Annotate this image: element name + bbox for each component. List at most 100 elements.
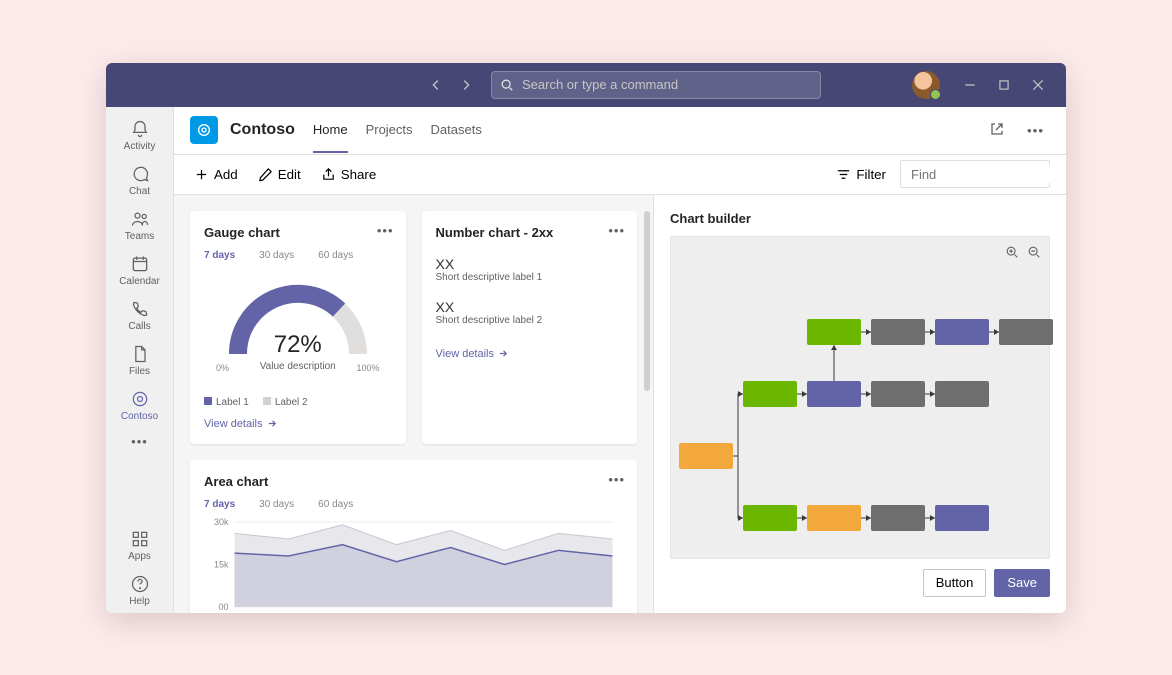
app-logo-icon	[196, 122, 212, 138]
find-box[interactable]	[900, 160, 1050, 188]
svg-text:Jan 1: Jan 1	[223, 612, 245, 613]
gauge-range: 7 days 30 days 60 days	[204, 250, 392, 261]
window-maximize-button[interactable]	[988, 71, 1020, 99]
flow-node[interactable]	[871, 319, 925, 345]
gauge-max: 100%	[356, 363, 379, 373]
titlebar	[106, 63, 1066, 107]
flow-node[interactable]	[743, 505, 797, 531]
page-toolbar: Add Edit Share Filter	[174, 155, 1066, 195]
rail-label: Calls	[128, 321, 150, 332]
number-label: Short descriptive label 2	[436, 315, 624, 326]
window-close-button[interactable]	[1022, 71, 1054, 99]
flow-node[interactable]	[807, 505, 861, 531]
search-icon	[500, 78, 514, 92]
tab-home[interactable]: Home	[313, 108, 348, 153]
builder-save-button[interactable]: Save	[994, 569, 1050, 597]
flow-node[interactable]	[743, 381, 797, 407]
tab-projects[interactable]: Projects	[366, 108, 413, 153]
rail-label: Help	[129, 596, 150, 607]
dashboard-scrollbar[interactable]	[644, 211, 650, 391]
svg-text:Jan 25: Jan 25	[545, 612, 572, 613]
gauge-card: Gauge chart ••• 7 days 30 days 60 days	[190, 211, 406, 444]
svg-text:Jan 17: Jan 17	[437, 612, 464, 613]
file-icon	[130, 344, 150, 364]
gauge-menu[interactable]: •••	[377, 223, 394, 238]
flow-node[interactable]	[807, 319, 861, 345]
arrow-right-icon	[498, 348, 509, 359]
filter-button[interactable]: Filter	[832, 163, 890, 186]
flow-node[interactable]	[807, 381, 861, 407]
user-avatar[interactable]	[912, 71, 940, 99]
pop-out-button[interactable]	[983, 120, 1011, 141]
area-menu[interactable]: •••	[608, 472, 625, 487]
window-minimize-button[interactable]	[954, 71, 986, 99]
add-button[interactable]: Add	[190, 163, 242, 186]
rail-label: Chat	[129, 186, 150, 197]
calendar-icon	[130, 254, 150, 274]
svg-text:30k: 30k	[214, 518, 229, 527]
number-item: XX Short descriptive label 1	[436, 256, 624, 283]
nav-back-button[interactable]	[423, 74, 449, 96]
chevron-right-icon	[459, 78, 473, 92]
flow-node[interactable]	[935, 319, 989, 345]
gauge-details-link[interactable]: View details	[204, 418, 392, 430]
range-60[interactable]: 60 days	[318, 250, 353, 261]
flow-node[interactable]	[871, 505, 925, 531]
app-header: Contoso Home Projects Datasets •••	[174, 107, 1066, 155]
flow-node[interactable]	[999, 319, 1053, 345]
app-rail: Activity Chat Teams Calendar Calls Files	[106, 107, 174, 613]
rail-apps[interactable]: Apps	[106, 523, 173, 568]
flow-node[interactable]	[679, 443, 733, 469]
range-60[interactable]: 60 days	[318, 499, 353, 510]
rail-more[interactable]: •••	[131, 428, 148, 455]
rail-label: Apps	[128, 551, 151, 562]
flow-node[interactable]	[935, 381, 989, 407]
tab-datasets[interactable]: Datasets	[431, 108, 482, 153]
number-item: XX Short descriptive label 2	[436, 299, 624, 326]
nav-forward-button[interactable]	[453, 74, 479, 96]
rail-files[interactable]: Files	[106, 338, 173, 383]
pop-out-icon	[989, 121, 1005, 137]
legend-item: Label 1	[216, 397, 249, 408]
share-button[interactable]: Share	[317, 163, 381, 186]
gauge-chart: 72% Value description 0%100%	[204, 269, 392, 389]
number-menu[interactable]: •••	[608, 223, 625, 238]
command-search[interactable]	[491, 71, 821, 99]
plus-icon	[194, 167, 209, 182]
rail-help[interactable]: Help	[106, 568, 173, 613]
rail-calendar[interactable]: Calendar	[106, 248, 173, 293]
number-details-link[interactable]: View details	[436, 348, 624, 360]
flow-node[interactable]	[871, 381, 925, 407]
rail-label: Files	[129, 366, 150, 377]
builder-title: Chart builder	[670, 211, 1050, 226]
app-window: Activity Chat Teams Calendar Calls Files	[106, 63, 1066, 613]
add-label: Add	[214, 167, 238, 182]
rail-chat[interactable]: Chat	[106, 158, 173, 203]
gauge-min: 0%	[216, 363, 229, 373]
builder-secondary-button[interactable]: Button	[923, 569, 987, 597]
area-range: 7 days 30 days 60 days	[204, 499, 623, 510]
number-title: Number chart - 2xx	[436, 225, 624, 240]
rail-contoso[interactable]: Contoso	[106, 383, 173, 428]
command-search-input[interactable]	[520, 76, 812, 93]
rail-activity[interactable]: Activity	[106, 113, 173, 158]
edit-button[interactable]: Edit	[254, 163, 305, 186]
filter-label: Filter	[856, 167, 886, 182]
dashboard-pane[interactable]: Gauge chart ••• 7 days 30 days 60 days	[174, 195, 654, 613]
rail-label: Contoso	[121, 411, 158, 422]
rail-calls[interactable]: Calls	[106, 293, 173, 338]
teams-icon	[130, 209, 150, 229]
range-7[interactable]: 7 days	[204, 499, 235, 510]
svg-text:Jan 13: Jan 13	[383, 612, 410, 613]
range-30[interactable]: 30 days	[259, 250, 294, 261]
svg-text:Jan 9: Jan 9	[331, 612, 353, 613]
range-30[interactable]: 30 days	[259, 499, 294, 510]
app-more-button[interactable]: •••	[1021, 120, 1050, 141]
range-7[interactable]: 7 days	[204, 250, 235, 261]
flow-node[interactable]	[935, 505, 989, 531]
builder-canvas[interactable]	[670, 236, 1050, 559]
find-input[interactable]	[909, 166, 1066, 183]
svg-text:15k: 15k	[214, 559, 229, 569]
rail-teams[interactable]: Teams	[106, 203, 173, 248]
pencil-icon	[258, 167, 273, 182]
